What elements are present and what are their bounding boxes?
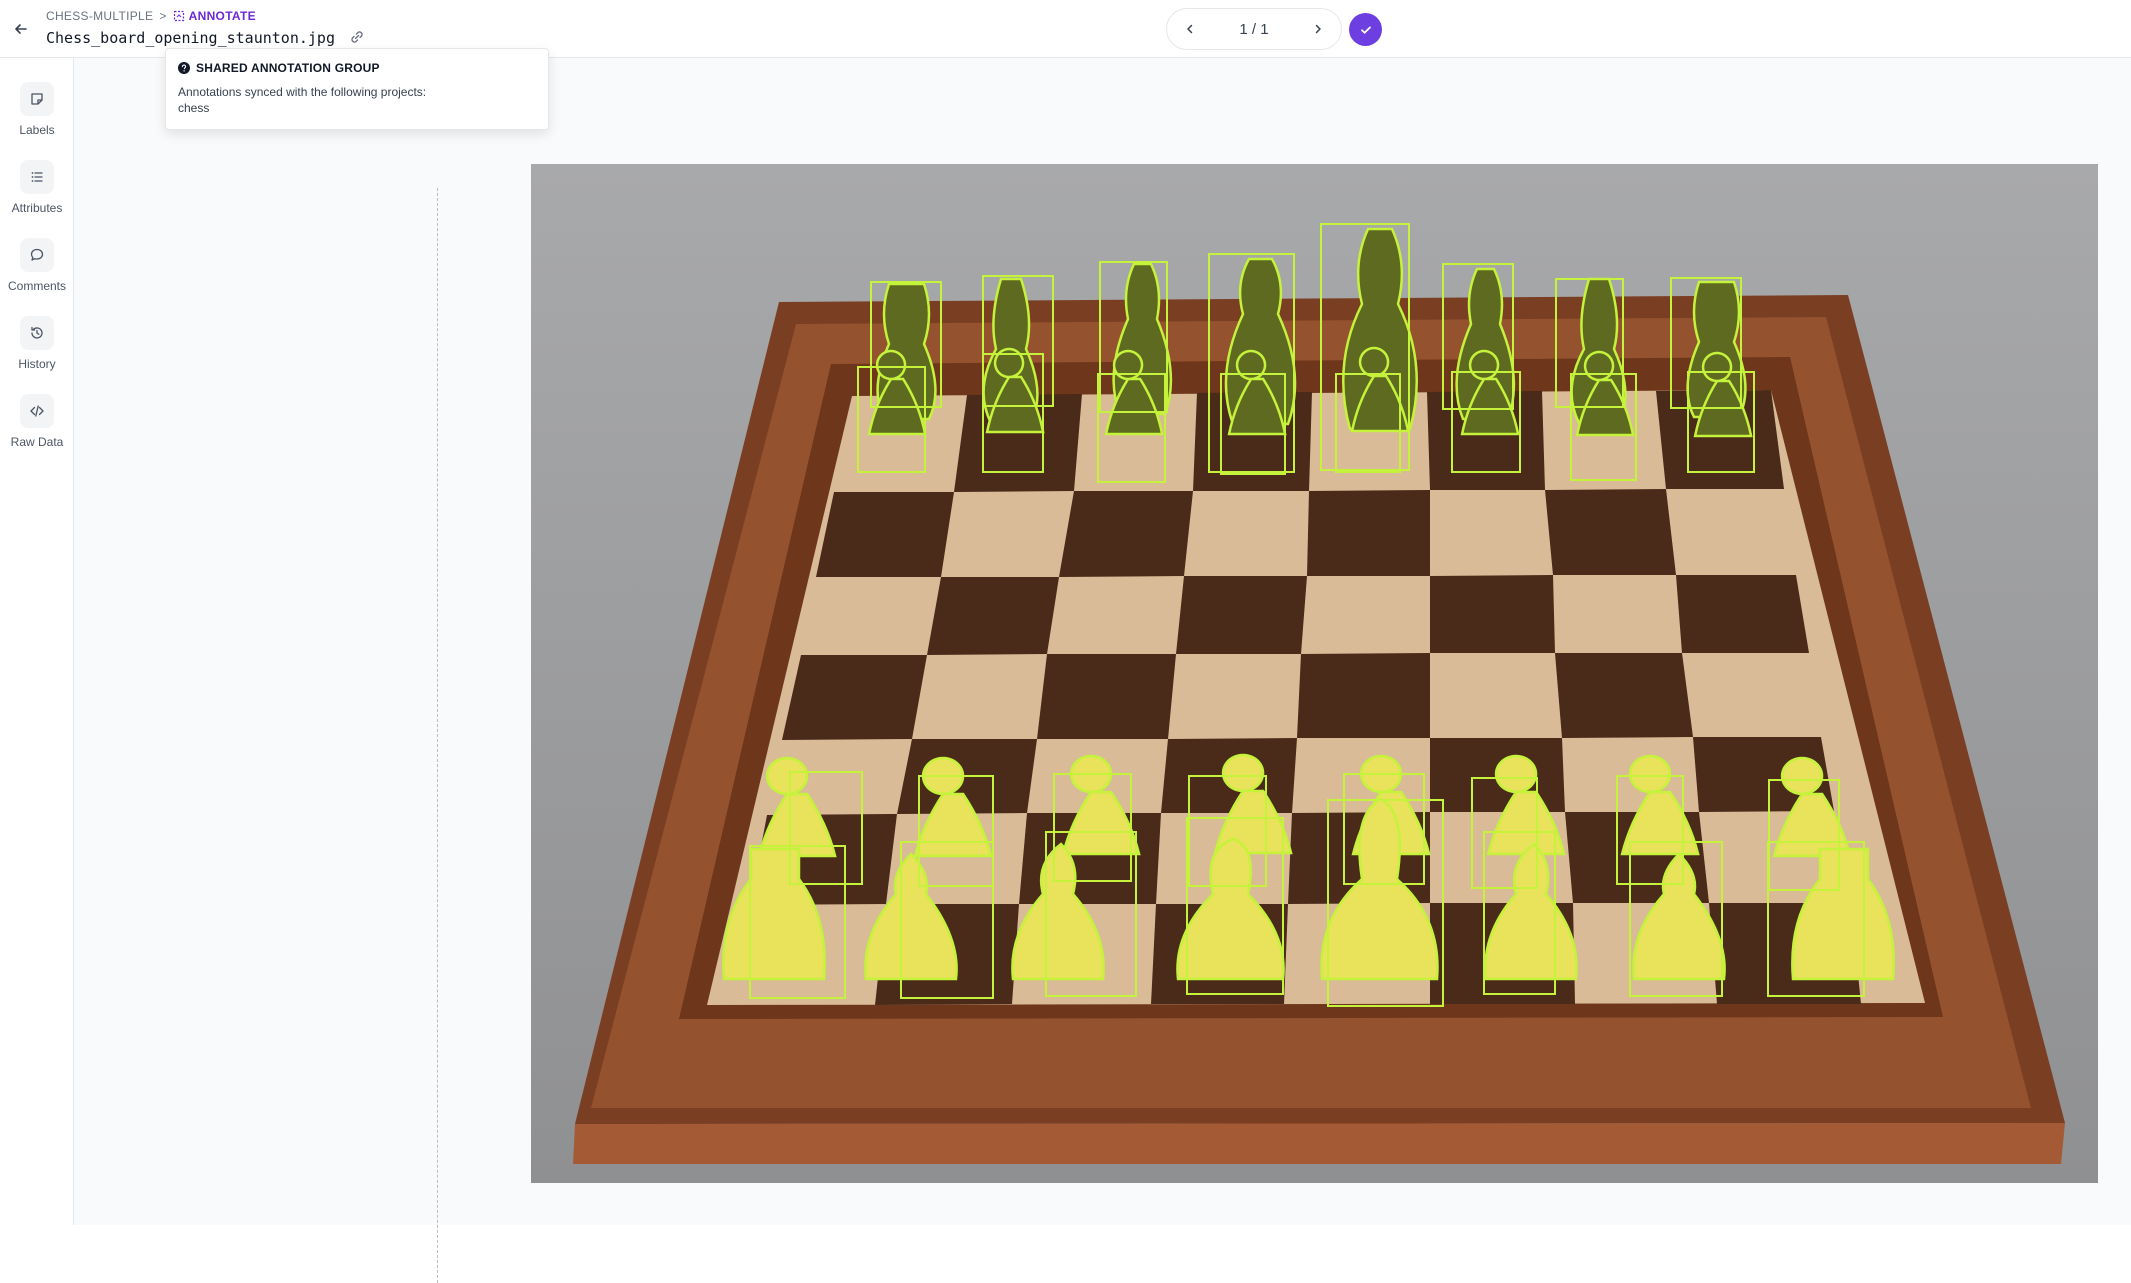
code-icon [20,394,54,428]
list-icon [20,160,54,194]
tooltip-body: Annotations synced with the following pr… [178,84,536,116]
history-icon [20,316,54,350]
shared-annotation-tooltip: SHARED ANNOTATION GROUP Annotations sync… [165,48,549,130]
tooltip-line-2: chess [178,101,210,115]
arrow-left-icon [15,24,27,34]
chevron-right-icon [1315,24,1321,34]
annotated-image[interactable] [531,164,2098,1183]
sidebar-item-label: History [18,357,56,371]
link-icon [351,31,363,43]
label-icon [20,82,54,116]
breadcrumb-annotate: ANNOTATE [173,9,256,23]
file-name: Chess_board_opening_staunton.jpg [46,29,335,47]
back-button[interactable] [8,16,34,42]
sidebar-item-comments[interactable]: Comments [0,238,74,304]
breadcrumb-mode: ANNOTATE [188,9,256,23]
sidebar-item-label: Labels [19,123,55,137]
chessboard-image [531,164,2098,1183]
tooltip-title-row: SHARED ANNOTATION GROUP [178,61,536,75]
sidebar-item-raw-data[interactable]: Raw Data [0,394,74,460]
previous-image-button[interactable] [1179,18,1201,40]
tooltip-title: SHARED ANNOTATION GROUP [196,61,380,75]
annotate-icon [173,10,184,22]
sidebar-item-attributes[interactable]: Attributes [0,160,74,226]
left-sidebar: Labels Attributes Comments History Raw D… [0,58,74,1225]
panel-divider[interactable] [437,188,438,1283]
breadcrumb-separator: > [159,9,167,23]
check-icon [1360,26,1371,34]
page-counter: 1 / 1 [1239,20,1269,38]
sidebar-item-history[interactable]: History [0,316,74,382]
link-button[interactable] [348,28,366,46]
next-image-button[interactable] [1307,18,1329,40]
sidebar-item-label: Raw Data [10,435,64,449]
sidebar-item-label: Comments [7,279,66,293]
breadcrumb-project[interactable]: CHESS-MULTIPLE [46,9,153,23]
sidebar-item-label: Attributes [11,201,63,215]
comment-icon [20,238,54,272]
breadcrumb: CHESS-MULTIPLE > ANNOTATE [46,9,256,23]
tooltip-line-1: Annotations synced with the following pr… [178,85,427,99]
image-pager: 1 / 1 [1166,8,1342,50]
help-icon [178,62,190,74]
sidebar-item-labels[interactable]: Labels [0,82,74,148]
submit-button[interactable] [1349,13,1382,46]
chevron-left-icon [1187,24,1193,34]
